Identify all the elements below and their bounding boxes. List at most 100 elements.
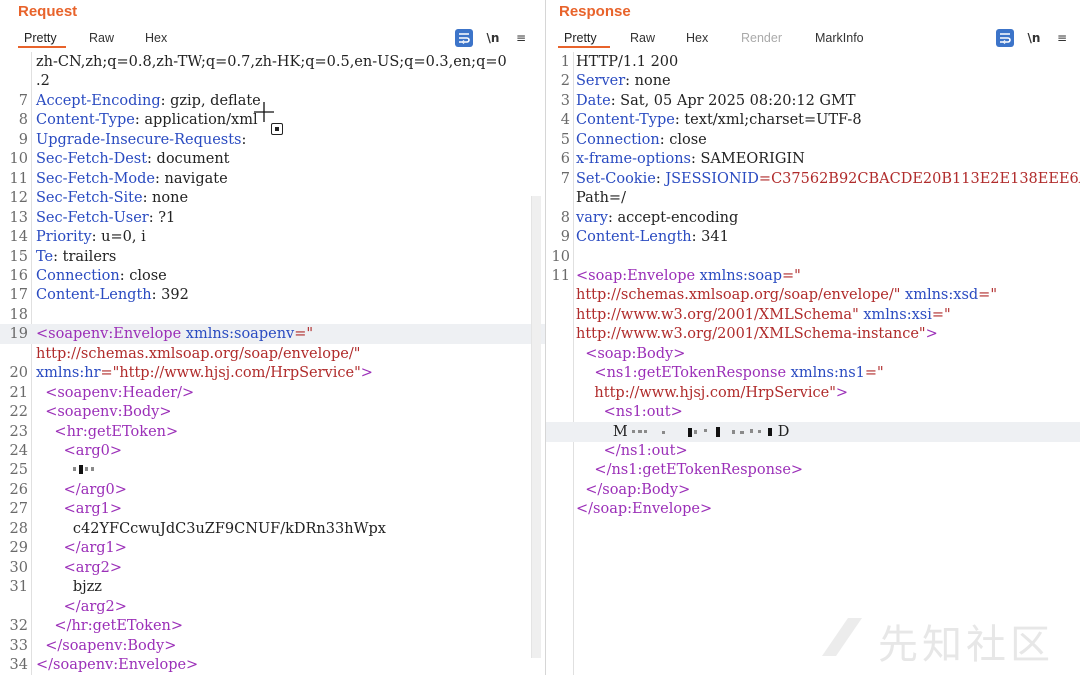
code-text: bjzz: [36, 577, 102, 597]
code-token: Content-Length: [576, 229, 692, 246]
response-editor[interactable]: 1 HTTP/1.1 200 2 Server: none 3 Date: Sat, 05…: [546, 52, 1080, 675]
line-number: 9: [560, 229, 570, 246]
code-line[interactable]: 10: [546, 247, 1080, 267]
code-token: : accept-encoding: [607, 209, 739, 226]
code-line[interactable]: http://schemas.xmlsoap.org/soap/envelope…: [0, 344, 545, 364]
code-text: Server: none: [576, 71, 671, 91]
menu-icon[interactable]: ≡: [1053, 29, 1071, 47]
code-line[interactable]: </ns1:out>: [546, 441, 1080, 461]
code-line[interactable]: http://www.hjsj.com/HrpService">: [546, 383, 1080, 403]
code-line[interactable]: 23 <hr:getEToken>: [0, 422, 545, 442]
response-tabbar: Pretty Raw Hex Render MarkInfo \n ≡: [546, 26, 1080, 52]
newline-icon[interactable]: \n: [1025, 29, 1043, 47]
code-text: Upgrade-Insecure-Requests:: [36, 130, 251, 150]
tab-raw[interactable]: Raw: [630, 31, 655, 45]
code-token: http://www.w3.org/2001/XMLSchema-instanc…: [576, 326, 926, 343]
code-line[interactable]: 34 </soapenv:Envelope>: [0, 655, 545, 675]
code-line[interactable]: <soap:Body>: [546, 344, 1080, 364]
line-number: 16: [9, 267, 28, 284]
code-line[interactable]: 31 bjzz: [0, 577, 545, 597]
code-line[interactable]: 10 Sec-Fetch-Dest: document: [0, 149, 545, 169]
code-line[interactable]: .2: [0, 71, 545, 91]
code-line[interactable]: zh-CN,zh;q=0.8,zh-TW;q=0.7,zh-HK;q=0.5,e…: [0, 52, 545, 72]
line-number: 23: [9, 423, 28, 440]
code-line[interactable]: 17 Content-Length: 392: [0, 285, 545, 305]
code-line[interactable]: 18: [0, 305, 545, 325]
code-token: Content-Length: [36, 287, 152, 304]
active-tab-underline: [558, 46, 610, 48]
code-line[interactable]: 21 <soapenv:Header/>: [0, 383, 545, 403]
code-line[interactable]: http://schemas.xmlsoap.org/soap/envelope…: [546, 285, 1080, 305]
code-line[interactable]: 32 </hr:getEToken>: [0, 616, 545, 636]
code-line[interactable]: 2 Server: none: [546, 71, 1080, 91]
code-line[interactable]: 1 HTTP/1.1 200: [546, 52, 1080, 72]
redacted-arg0: [72, 465, 94, 475]
newline-icon[interactable]: \n: [484, 29, 502, 47]
code-line[interactable]: 4 Content-Type: text/xml;charset=UTF-8: [546, 110, 1080, 130]
line-number: 30: [9, 559, 28, 576]
request-editor[interactable]: zh-CN,zh;q=0.8,zh-TW;q=0.7,zh-HK;q=0.5,e…: [0, 52, 545, 675]
tab-hex[interactable]: Hex: [686, 31, 708, 45]
code-text: <ns1:getETokenResponse xmlns:ns1=": [576, 363, 883, 383]
tab-pretty[interactable]: Pretty: [564, 31, 597, 45]
tab-markinfo[interactable]: MarkInfo: [815, 31, 864, 45]
code-line[interactable]: 19 <soapenv:Envelope xmlns:soapenv=": [0, 324, 545, 345]
code-line[interactable]: 6 x-frame-options: SAMEORIGIN: [546, 149, 1080, 169]
code-text: Set-Cookie: JSESSIONID=C37562B92CBACDE20…: [576, 169, 1080, 189]
code-line[interactable]: 16 Connection: close: [0, 266, 545, 286]
code-line[interactable]: 8 vary: accept-encoding: [546, 208, 1080, 228]
wrap-lines-icon[interactable]: [455, 29, 473, 47]
tab-pretty[interactable]: Pretty: [24, 31, 57, 45]
request-scrollbar[interactable]: [531, 196, 541, 658]
code-line[interactable]: 3 Date: Sat, 05 Apr 2025 08:20:12 GMT: [546, 91, 1080, 111]
code-line[interactable]: 29 </arg1>: [0, 538, 545, 558]
code-token: Sec-Fetch-User: [36, 209, 149, 226]
wrap-lines-icon[interactable]: [996, 29, 1014, 47]
code-line[interactable]: </ns1:getETokenResponse>: [546, 460, 1080, 480]
code-line[interactable]: 27 <arg1>: [0, 499, 545, 519]
code-text: Sec-Fetch-Site: none: [36, 188, 188, 208]
code-text: Connection: close: [576, 130, 707, 150]
code-line[interactable]: Path=/: [546, 188, 1080, 208]
code-line[interactable]: 25: [0, 460, 545, 480]
code-line[interactable]: 13 Sec-Fetch-User: ?1: [0, 208, 545, 228]
tab-raw[interactable]: Raw: [89, 31, 114, 45]
code-token: Te: [36, 248, 54, 265]
code-token: .2: [36, 73, 50, 90]
code-text: Sec-Fetch-User: ?1: [36, 208, 175, 228]
code-line[interactable]: 12 Sec-Fetch-Site: none: [0, 188, 545, 208]
tab-hex[interactable]: Hex: [145, 31, 167, 45]
code-line[interactable]: </soap:Envelope>: [546, 499, 1080, 519]
code-line[interactable]: 22 <soapenv:Body>: [0, 402, 545, 422]
menu-icon[interactable]: ≡: [512, 29, 530, 47]
code-line[interactable]: </soap:Body>: [546, 480, 1080, 500]
code-line[interactable]: <ns1:out>: [546, 402, 1080, 422]
code-line[interactable]: http://www.w3.org/2001/XMLSchema-instanc…: [546, 324, 1080, 344]
code-line[interactable]: 24 <arg0>: [0, 441, 545, 461]
code-line[interactable]: 30 <arg2>: [0, 558, 545, 578]
code-line[interactable]: 11 <soap:Envelope xmlns:soap=": [546, 266, 1080, 286]
code-line[interactable]: 14 Priority: u=0, i: [0, 227, 545, 247]
code-line[interactable]: 20 xmlns:hr="http://www.hjsj.com/HrpServi…: [0, 363, 545, 383]
code-line[interactable]: 33 </soapenv:Body>: [0, 636, 545, 656]
code-line[interactable]: 28 c42YFCcwuJdC3uZF9CNUF/kDRn33hWpx: [0, 519, 545, 539]
code-line[interactable]: <ns1:getETokenResponse xmlns:ns1=": [546, 363, 1080, 383]
code-line[interactable]: 5 Connection: close: [546, 130, 1080, 150]
line-number: 7: [560, 170, 570, 187]
code-token: =C37562B92CBACDE20B113E2E138EEE6A: [758, 170, 1080, 187]
line-number: 1: [560, 54, 570, 70]
code-token: </ns1:getETokenResponse>: [576, 462, 804, 479]
code-line[interactable]: 11 Sec-Fetch-Mode: navigate: [0, 169, 545, 189]
code-text: <arg0>: [36, 441, 122, 461]
code-line[interactable]: MD: [546, 421, 1080, 442]
code-line[interactable]: 7 Set-Cookie: JSESSIONID=C37562B92CBACDE2…: [546, 169, 1080, 189]
code-line[interactable]: 9 Content-Length: 341: [546, 227, 1080, 247]
line-number: 6: [560, 151, 570, 168]
code-line[interactable]: </arg2>: [0, 597, 545, 617]
code-line[interactable]: 15 Te: trailers: [0, 247, 545, 267]
code-line[interactable]: 26 </arg0>: [0, 480, 545, 500]
code-line[interactable]: http://www.w3.org/2001/XMLSchema" xmlns:…: [546, 305, 1080, 325]
code-text: [36, 460, 97, 480]
tab-render[interactable]: Render: [741, 31, 782, 45]
code-token: xmlns:soapenv: [185, 326, 295, 343]
